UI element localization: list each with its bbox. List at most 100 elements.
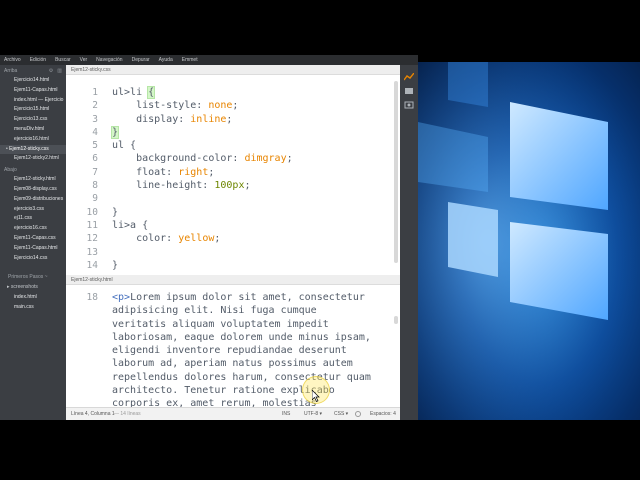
code-line[interactable]: adipisicing elit. Nisi fuga cumque — [112, 304, 371, 317]
line-number: 7 — [92, 166, 98, 178]
linter-status-icon[interactable] — [355, 411, 361, 417]
file-item[interactable]: ej11.css — [0, 214, 66, 224]
top-pane-filename: Ejem12-sticky.css — [71, 67, 111, 73]
file-item[interactable]: ejercicio16.html — [0, 135, 66, 145]
code-line[interactable]: laborum ad, aperiam natus possimus autem — [112, 357, 371, 370]
status-bar: Línea 4, Columna 1 — 14 líneas INS UTF-8… — [66, 407, 400, 420]
file-item[interactable]: Ejem09-distribuciones — [0, 195, 66, 205]
line-number: 10 — [86, 206, 98, 218]
sidebar: Arriba ⚙ ▥ Ejercicio14.html Ejem11-Capas.… — [0, 65, 66, 420]
code-line[interactable]: veritatis aliquam voluptatem impedit — [112, 318, 371, 331]
top-code-pane[interactable]: 1 2 3 4 5 6 7 8 9 10 11 12 13 14 ul>li { list-style: … — [66, 77, 400, 272]
insert-mode[interactable]: INS — [282, 411, 290, 417]
file-item[interactable]: Ejem11-Capas.html — [0, 244, 66, 254]
code-line[interactable]: list-style: none; — [112, 99, 293, 112]
menu-item[interactable]: Ayuda — [159, 57, 173, 63]
project-tree: ▸ screenshots index.html main.css — [0, 283, 66, 312]
file-item[interactable]: Ejem11-Capas.html — [0, 86, 66, 96]
code-line[interactable]: } — [112, 206, 293, 219]
encoding-select[interactable]: UTF-8 ▾ — [304, 411, 322, 417]
menu-item[interactable]: Depurar — [132, 57, 150, 63]
code-line[interactable]: } — [112, 259, 293, 272]
menu-item[interactable]: Ver — [80, 57, 88, 63]
file-item[interactable]: Ejercicio15.html — [0, 105, 66, 115]
live-preview-icon[interactable] — [404, 73, 414, 81]
file-item[interactable]: index.html — [0, 293, 66, 303]
extension-manager-icon[interactable] — [404, 87, 414, 95]
line-number: 6 — [92, 153, 98, 165]
file-item[interactable]: Ejem11-Capas.css — [0, 234, 66, 244]
brackets-editor-window: Archivo Edición Buscar Ver Navegación Depurar… — [0, 55, 418, 420]
code-area[interactable]: ul>li { list-style: none; display: inlin… — [110, 86, 293, 272]
file-item[interactable]: Ejem12-sticky.css — [0, 144, 66, 155]
image-icon[interactable] — [404, 101, 414, 109]
line-number: 11 — [86, 219, 98, 231]
file-item[interactable]: menuDiv.html — [0, 125, 66, 135]
code-line[interactable]: repellendus dolores harum, consectetur q… — [112, 371, 371, 384]
line-number: 12 — [86, 233, 98, 245]
line-number: 3 — [92, 113, 98, 125]
code-line[interactable] — [112, 246, 293, 259]
line-number: 18 — [86, 292, 98, 303]
bottom-pane-header[interactable]: Ejem12-sticky.html — [66, 275, 400, 285]
menu-item[interactable]: Navegación — [96, 57, 122, 63]
gear-icon[interactable]: ⚙ — [49, 68, 53, 74]
line-number: 9 — [92, 193, 98, 205]
windows-logo-icon — [418, 62, 640, 420]
code-line[interactable]: } — [110, 125, 293, 139]
file-item[interactable]: Ejem08-display.css — [0, 185, 66, 195]
line-number: 14 — [86, 259, 98, 271]
bottom-scrollbar[interactable] — [394, 316, 398, 324]
code-line[interactable]: color: yellow; — [112, 232, 293, 245]
line-number: 4 — [92, 126, 98, 138]
line-number — [66, 304, 98, 317]
code-line[interactable]: ul>li { — [112, 86, 293, 99]
code-area[interactable]: <p>Lorem ipsum dolor sit amet, consectet… — [112, 291, 371, 407]
line-number — [66, 384, 98, 397]
menu-item[interactable]: Archivo — [4, 57, 21, 63]
code-line[interactable]: float: right; — [112, 166, 293, 179]
mouse-pointer-icon — [312, 390, 320, 402]
code-line[interactable]: display: inline; — [112, 113, 293, 126]
bottom-code-pane[interactable]: 18 <p>Lorem ipsum dolor sit amet, consec… — [66, 286, 400, 407]
language-select[interactable]: CSS ▾ — [334, 411, 348, 417]
project-title[interactable]: Primeros Pasos ~ — [0, 271, 66, 283]
line-number — [66, 397, 98, 407]
right-toolbar — [400, 65, 418, 420]
code-line[interactable]: background-color: dimgray; — [112, 152, 293, 165]
code-line[interactable]: eligendi inventore repudiandae deserunt — [112, 344, 371, 357]
code-line[interactable]: architecto. Tenetur ratione explicabo — [112, 384, 371, 397]
file-item[interactable]: Ejem12-sticky2.html — [0, 154, 66, 164]
file-item[interactable]: Ejercicio13.css — [0, 115, 66, 125]
folder-item[interactable]: ▸ screenshots — [0, 283, 66, 293]
working-files-header: Arriba ⚙ ▥ — [0, 65, 66, 76]
code-line[interactable]: ul { — [112, 139, 293, 152]
indent-setting[interactable]: Espacios: 4 — [370, 411, 396, 417]
file-item[interactable]: Ejercicio14.css — [0, 254, 66, 264]
line-number: 13 — [86, 246, 98, 258]
line-number: 5 — [92, 140, 98, 152]
menu-item[interactable]: Buscar — [55, 57, 71, 63]
menu-item[interactable]: Edición — [30, 57, 46, 63]
split-view-icon[interactable]: ▥ — [57, 68, 62, 74]
menu-item[interactable]: Emmet — [182, 57, 198, 63]
file-item[interactable]: index.html — Ejercicio — [0, 96, 66, 106]
file-item[interactable]: Ejercicio14.html — [0, 76, 66, 86]
top-pane-header[interactable]: Ejem12-sticky.css — [66, 65, 400, 75]
file-item[interactable]: ejercicio3.css — [0, 205, 66, 215]
file-item[interactable]: main.css — [0, 303, 66, 313]
code-line[interactable] — [112, 192, 293, 205]
below-files-title: Abajo — [4, 166, 17, 173]
code-line[interactable]: li>a { — [112, 219, 293, 232]
code-line[interactable]: corporis ex, amet rerum, molestias — [112, 397, 371, 407]
below-files-list: Ejem12-sticky.html Ejem08-display.css Ejem… — [0, 175, 66, 263]
file-item[interactable]: ejercicio16.css — [0, 224, 66, 234]
file-item[interactable]: Ejem12-sticky.html — [0, 175, 66, 185]
code-line[interactable]: <p>Lorem ipsum dolor sit amet, consectet… — [112, 291, 371, 304]
line-number — [66, 318, 98, 331]
code-line[interactable]: line-height: 100px; — [112, 179, 293, 192]
top-scrollbar[interactable] — [394, 81, 398, 263]
windows-wallpaper — [418, 62, 640, 420]
line-number — [66, 344, 98, 357]
code-line[interactable]: laboriosam, eaque dolorem unde minus ips… — [112, 331, 371, 344]
